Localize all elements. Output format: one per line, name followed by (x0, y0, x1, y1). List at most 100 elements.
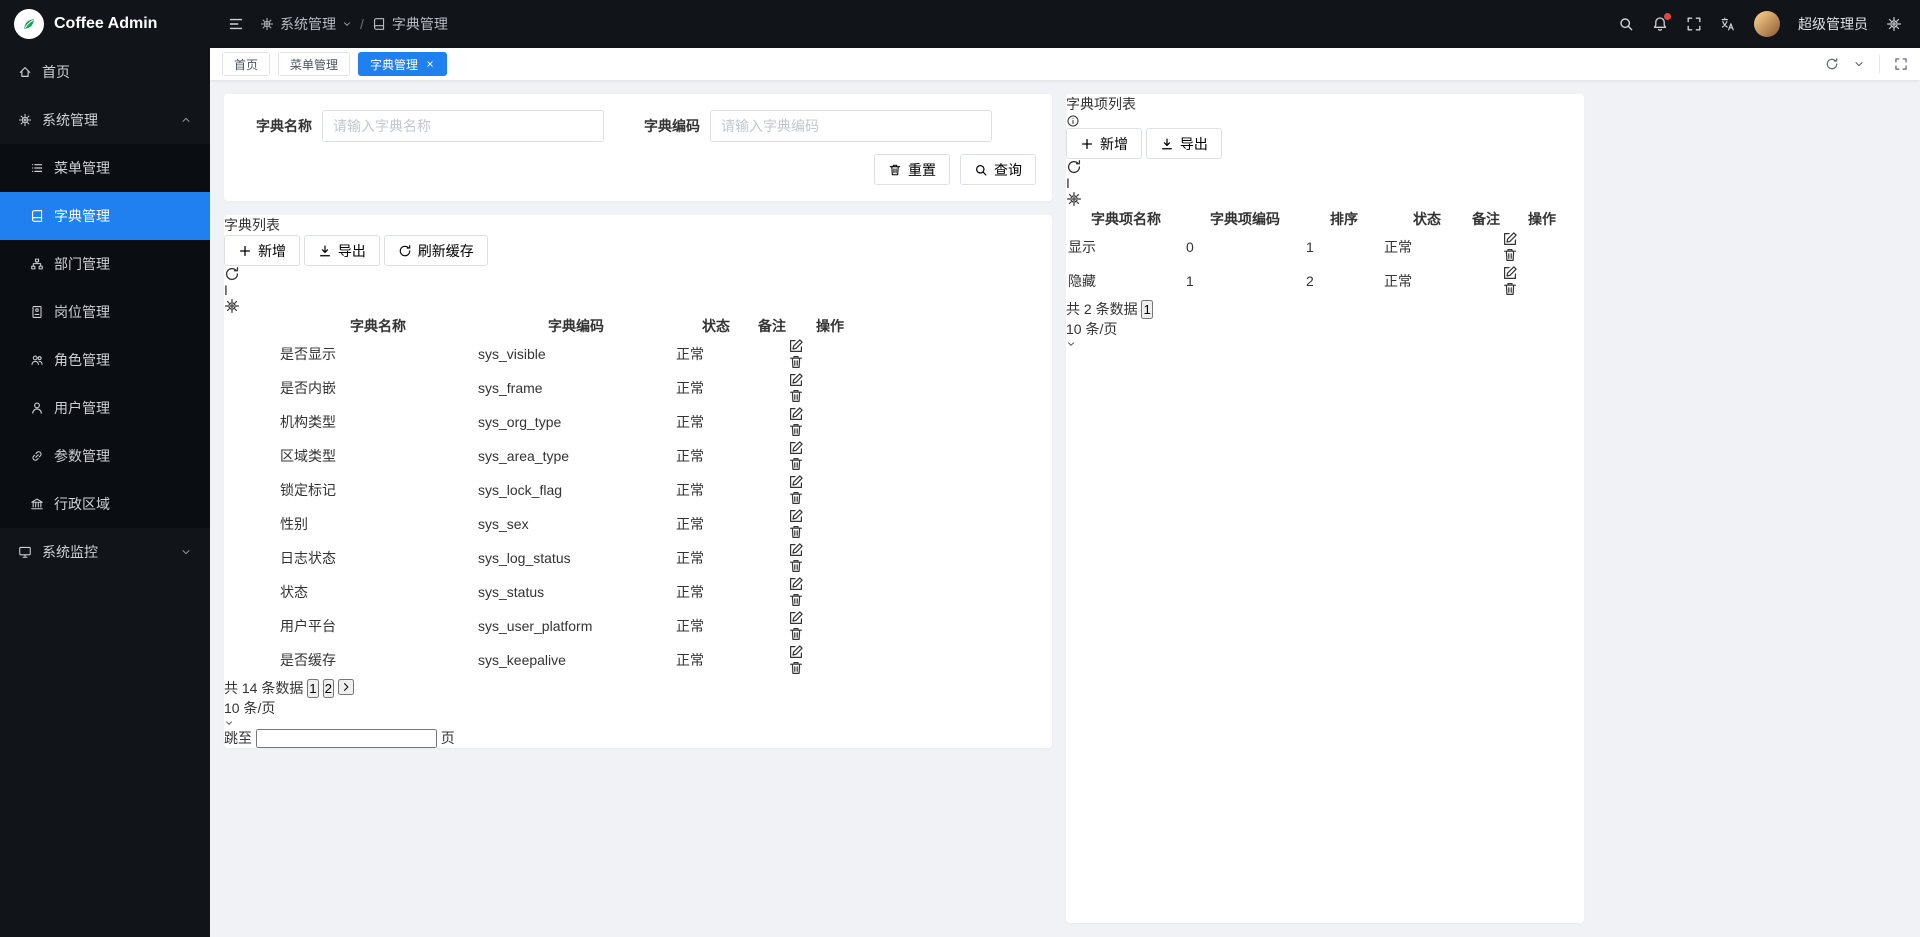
edit-icon[interactable] (1502, 265, 1582, 281)
font-size-icon[interactable]: I (1066, 175, 1070, 191)
dict-table-row[interactable]: 是否显示 sys_visible 正常 (226, 338, 872, 370)
sidebar-item-post-mgmt[interactable]: 岗位管理 (0, 288, 210, 336)
page-size-select[interactable]: 10 条/页 (1066, 319, 1584, 349)
delete-icon[interactable] (788, 592, 872, 608)
sidebar-item-user-mgmt[interactable]: 用户管理 (0, 384, 210, 432)
sidebar-item-dept-mgmt[interactable]: 部门管理 (0, 240, 210, 288)
delete-icon[interactable] (788, 558, 872, 574)
dict-item-table-row[interactable]: 隐藏 1 2 正常 (1068, 265, 1582, 297)
delete-icon[interactable] (788, 524, 872, 540)
tab-menu-chevron-icon[interactable] (1853, 58, 1865, 70)
font-size-icon[interactable]: I (224, 282, 228, 298)
items-table-header-row: 字典项名称 字典项编码 排序 状态 备注 操作 (1068, 209, 1582, 229)
delete-icon[interactable] (788, 660, 872, 676)
col-radio (226, 316, 278, 336)
sidebar-item-system-monitor[interactable]: 系统监控 (0, 528, 210, 576)
delete-icon[interactable] (788, 490, 872, 506)
export-dict-items-button[interactable]: 导出 (1146, 128, 1222, 159)
refresh-cache-button[interactable]: 刷新缓存 (384, 235, 488, 266)
delete-icon[interactable] (1502, 247, 1582, 263)
cell-item-name: 隐藏 (1068, 265, 1184, 297)
edit-icon[interactable] (788, 338, 872, 354)
reload-table-icon[interactable] (224, 266, 1052, 282)
dict-table-row[interactable]: 用户平台 sys_user_platform 正常 (226, 610, 872, 642)
delete-icon[interactable] (788, 626, 872, 642)
fullscreen-icon[interactable] (1686, 16, 1702, 32)
sidebar-item-region[interactable]: 行政区域 (0, 480, 210, 528)
trash-icon (888, 163, 902, 177)
edit-icon[interactable] (788, 406, 872, 422)
add-dict-button[interactable]: 新增 (224, 235, 300, 266)
edit-icon[interactable] (788, 576, 872, 592)
dict-table-row[interactable]: 区域类型 sys_area_type 正常 (226, 440, 872, 472)
notification-dot (1664, 13, 1671, 20)
export-dict-button[interactable]: 导出 (304, 235, 380, 266)
dict-code-input[interactable] (710, 110, 992, 142)
breadcrumb-dict-mgmt[interactable]: 字典管理 (372, 14, 448, 34)
reload-table-icon[interactable] (1066, 159, 1584, 175)
edit-icon[interactable] (788, 474, 872, 490)
edit-icon[interactable] (788, 508, 872, 524)
tab-menu-mgmt[interactable]: 菜单管理 (278, 52, 350, 76)
dict-table-row[interactable]: 机构类型 sys_org_type 正常 (226, 406, 872, 438)
page-button-1[interactable]: 1 (1141, 300, 1152, 319)
cell-dict-name: 是否内嵌 (280, 372, 476, 404)
cell-dict-code: sys_lock_flag (478, 474, 674, 506)
dict-items-card: 字典项列表 新增 导出 I (1066, 94, 1584, 923)
cell-dict-name: 机构类型 (280, 406, 476, 438)
dict-table-row[interactable]: 状态 sys_status 正常 (226, 576, 872, 608)
delete-icon[interactable] (788, 456, 872, 472)
edit-icon[interactable] (788, 372, 872, 388)
dict-table-row[interactable]: 是否缓存 sys_keepalive 正常 (226, 644, 872, 676)
col-actions: 操作 (1502, 209, 1582, 229)
dict-item-table-row[interactable]: 显示 0 1 正常 (1068, 231, 1582, 263)
add-dict-item-button[interactable]: 新增 (1066, 128, 1142, 159)
dict-table-row[interactable]: 日志状态 sys_log_status 正常 (226, 542, 872, 574)
column-settings-gear-icon[interactable] (224, 298, 1052, 314)
edit-icon[interactable] (788, 440, 872, 456)
sidebar-item-menu-mgmt[interactable]: 菜单管理 (0, 144, 210, 192)
delete-icon[interactable] (1502, 281, 1582, 297)
notification-bell-icon[interactable] (1652, 16, 1668, 32)
edit-icon[interactable] (1502, 231, 1582, 247)
edit-icon[interactable] (788, 542, 872, 558)
avatar[interactable] (1754, 11, 1780, 37)
cell-dict-code: sys_org_type (478, 406, 674, 438)
breadcrumb-system-mgmt[interactable]: 系统管理 (260, 14, 352, 34)
sidebar-item-role-mgmt[interactable]: 角色管理 (0, 336, 210, 384)
username[interactable]: 超级管理员 (1798, 14, 1868, 34)
settings-gear-icon[interactable] (1886, 16, 1902, 32)
dict-name-input[interactable] (322, 110, 604, 142)
page-button-1[interactable]: 1 (307, 679, 318, 698)
column-settings-gear-icon[interactable] (1066, 191, 1584, 207)
tab-close-icon[interactable] (425, 59, 435, 69)
info-icon[interactable] (1066, 114, 1584, 128)
edit-icon[interactable] (788, 610, 872, 626)
sidebar-item-param-mgmt[interactable]: 参数管理 (0, 432, 210, 480)
sidebar-item-dict-mgmt[interactable]: 字典管理 (0, 192, 210, 240)
content-fullscreen-icon[interactable] (1894, 57, 1908, 71)
page-button-2[interactable]: 2 (323, 679, 334, 698)
delete-icon[interactable] (788, 354, 872, 370)
tab-dict-mgmt[interactable]: 字典管理 (358, 52, 447, 76)
delete-icon[interactable] (788, 388, 872, 404)
dict-table-row[interactable]: 锁定标记 sys_lock_flag 正常 (226, 474, 872, 506)
status-badge: 正常 (676, 584, 704, 600)
search-icon[interactable] (1618, 16, 1634, 32)
tab-home[interactable]: 首页 (222, 52, 270, 76)
collapse-menu-icon[interactable] (228, 16, 244, 32)
edit-icon[interactable] (788, 644, 872, 660)
refresh-page-icon[interactable] (1825, 57, 1839, 71)
reset-button[interactable]: 重置 (874, 154, 950, 185)
sidebar-item-home[interactable]: 首页 (0, 48, 210, 96)
page-size-select[interactable]: 10 条/页 (224, 698, 1052, 728)
search-button[interactable]: 查询 (960, 154, 1036, 185)
dict-table-row[interactable]: 性别 sys_sex 正常 (226, 508, 872, 540)
delete-icon[interactable] (788, 422, 872, 438)
jump-page-input[interactable] (256, 729, 437, 748)
translate-icon[interactable] (1720, 16, 1736, 32)
dict-table-row[interactable]: 是否内嵌 sys_frame 正常 (226, 372, 872, 404)
breadcrumb: 系统管理 / 字典管理 (260, 14, 448, 34)
sidebar-item-system-mgmt[interactable]: 系统管理 (0, 96, 210, 144)
next-page-button[interactable] (338, 679, 354, 695)
